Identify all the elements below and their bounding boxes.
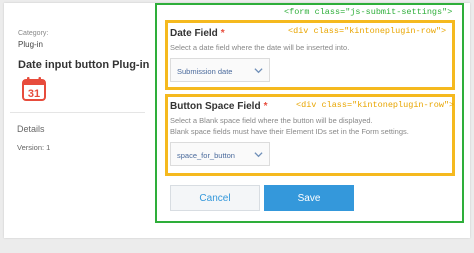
space-field-description-1: Select a Blank space field where the but… (170, 116, 373, 125)
space-field-title: Button Space Field * (170, 101, 267, 112)
row2-class-annotation: <div class="kintoneplugin-row"> (296, 100, 455, 110)
form-class-annotation: <form class="js-submit-settings"> (284, 7, 453, 17)
row1-class-annotation: <div class="kintoneplugin-row"> (288, 26, 447, 36)
date-field-title-text: Date Field (170, 28, 218, 39)
category-value: Plug-in (18, 40, 43, 49)
calendar-icon: 31 (22, 77, 46, 101)
cancel-button[interactable]: Cancel (170, 185, 260, 211)
date-field-description: Select a date field where the date will … (170, 43, 350, 52)
calendar-day: 31 (28, 88, 40, 100)
save-button[interactable]: Save (264, 185, 354, 211)
date-field-title: Date Field * (170, 28, 225, 39)
category-label: Category: (18, 30, 49, 37)
chevron-down-icon (254, 152, 263, 158)
sidebar-divider (10, 112, 145, 113)
space-field-title-text: Button Space Field (170, 101, 261, 112)
date-field-required-mark: * (220, 28, 225, 39)
space-field-required-mark: * (263, 101, 268, 112)
date-field-selected-value: Submission date (177, 67, 233, 76)
date-field-select[interactable]: Submission date (170, 58, 270, 82)
details-link[interactable]: Details (17, 124, 45, 134)
space-field-description-2: Blank space fields must have their Eleme… (170, 127, 409, 136)
chevron-down-icon (254, 68, 263, 74)
space-field-select[interactable]: space_for_button (170, 142, 270, 166)
space-field-selected-value: space_for_button (177, 151, 235, 160)
version-text: Version: 1 (17, 143, 51, 152)
plugin-name: Date input button Plug-in (18, 59, 150, 71)
plugin-info-sidebar: Category: Plug-in Date input button Plug… (4, 3, 154, 238)
